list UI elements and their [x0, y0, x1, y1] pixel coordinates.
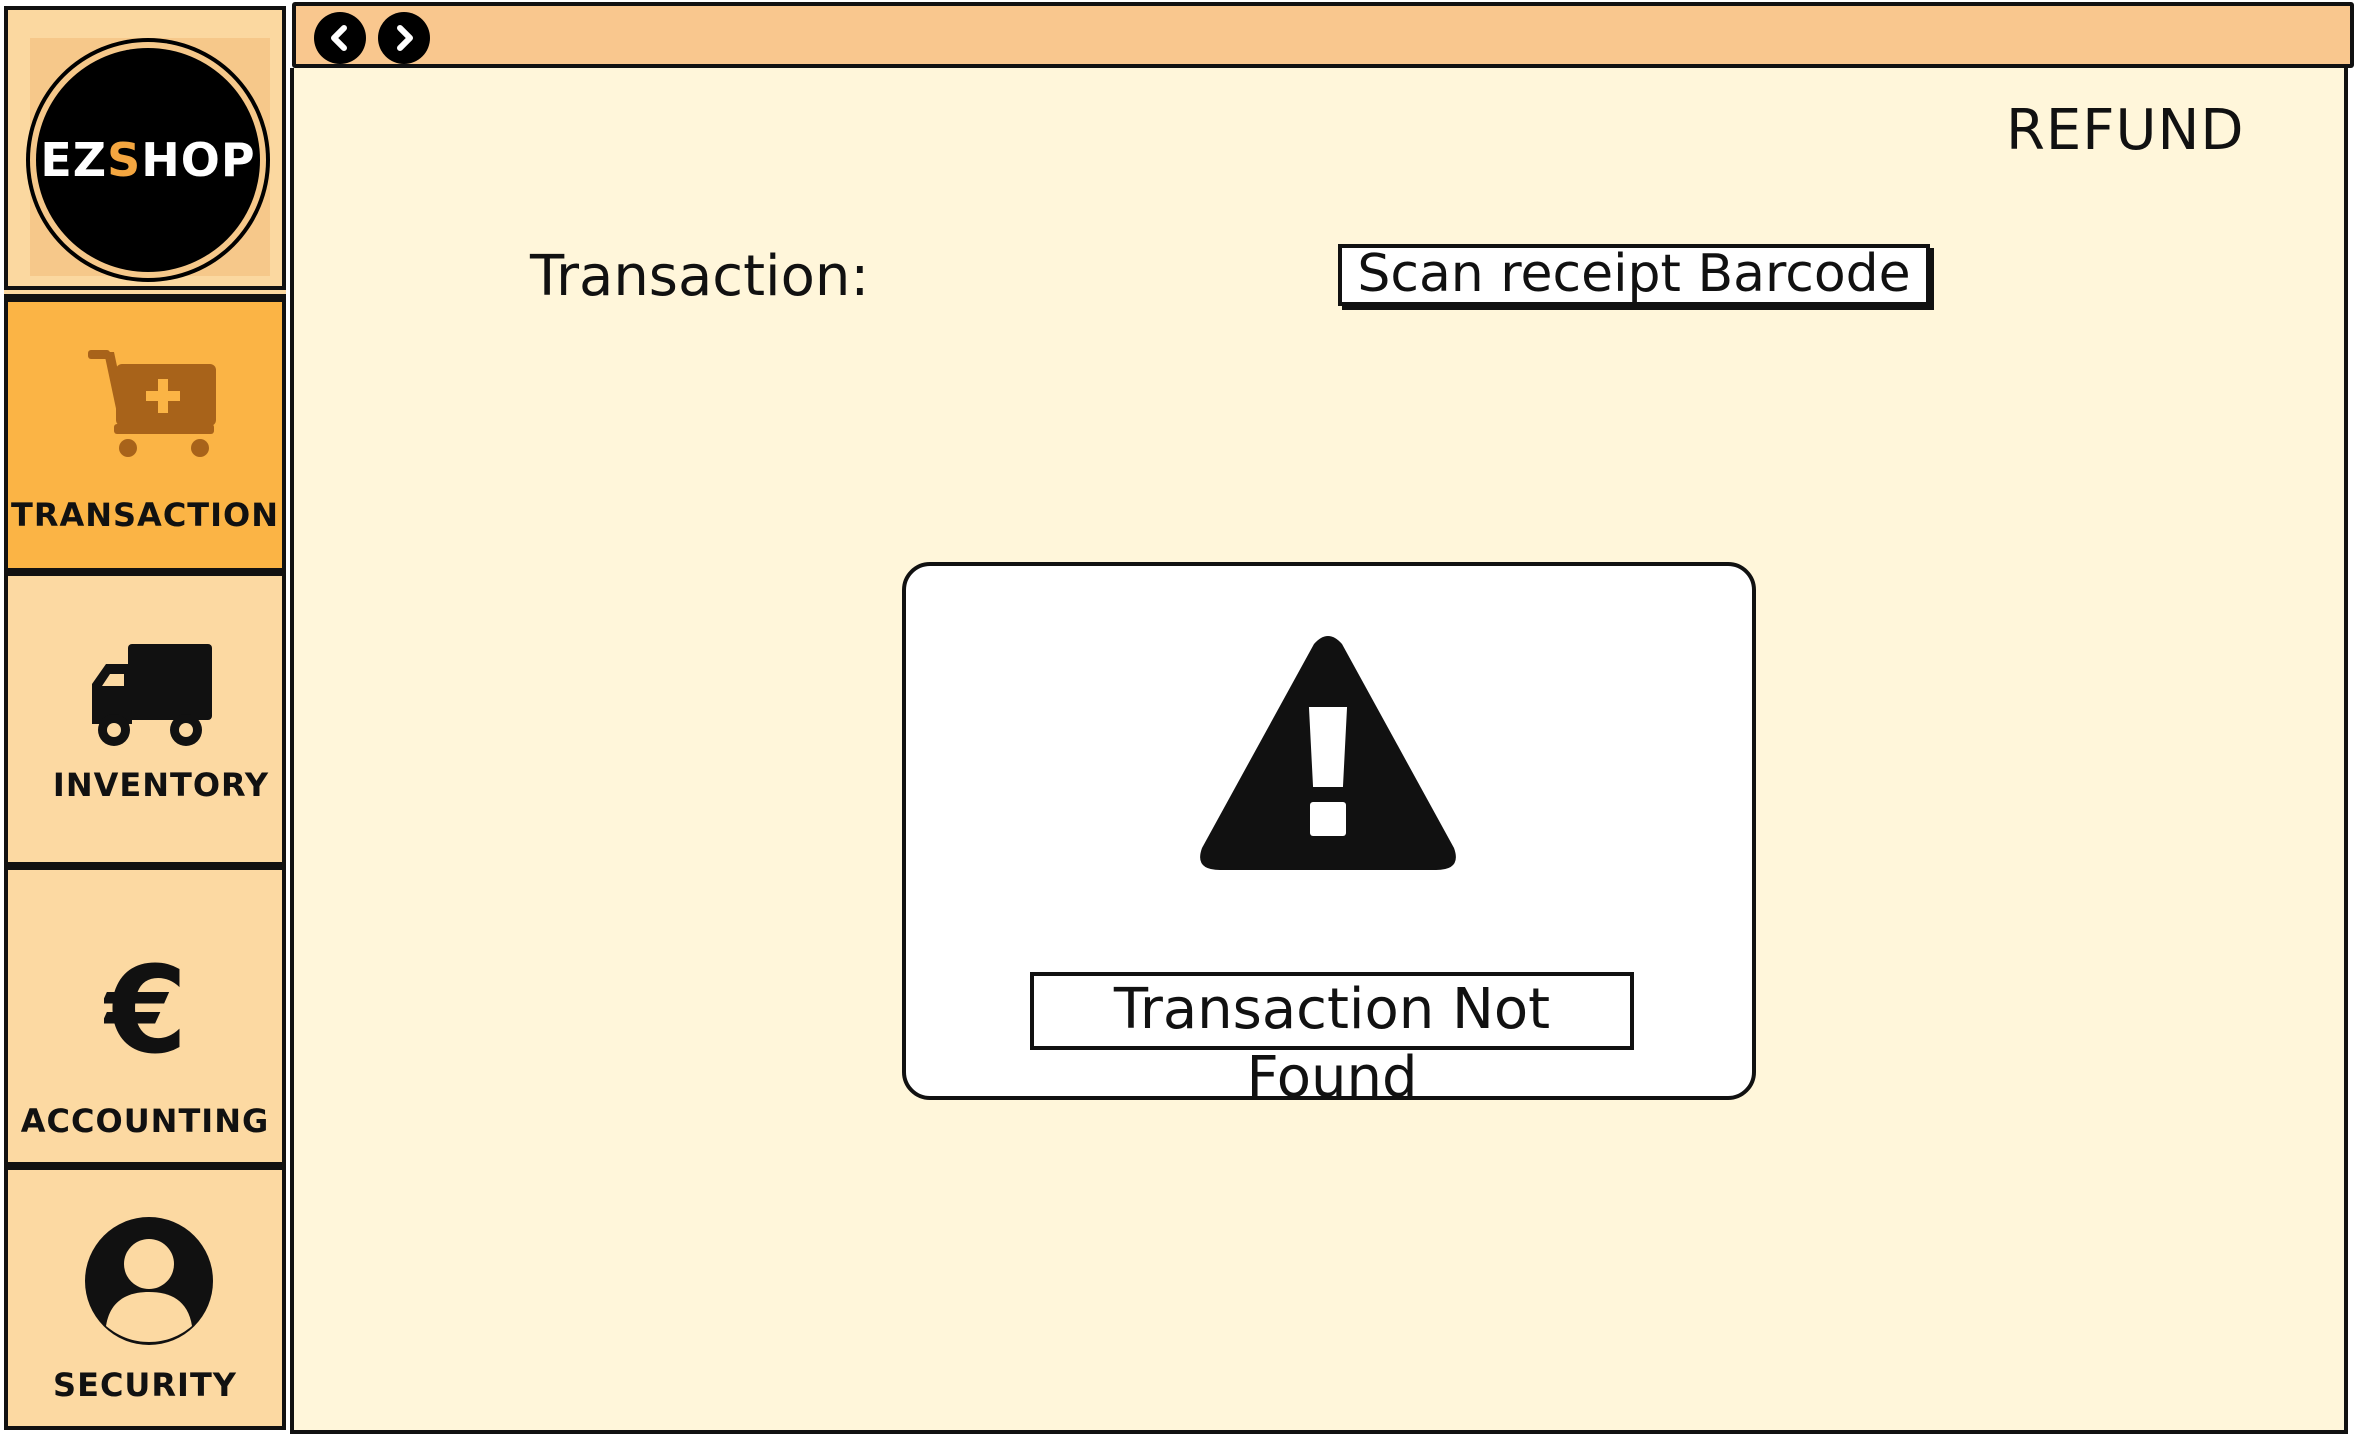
sidebar-item-accounting[interactable]: € ACCOUNTING: [4, 866, 286, 1166]
truck-icon: [92, 644, 212, 746]
sidebar: EZSHOP TRANSACTION INVENTORY € ACCOUNTIN…: [4, 6, 290, 1430]
window-titlebar: [292, 2, 2354, 68]
sidebar-item-label: TRANSACTION: [10, 496, 280, 534]
main-content: REFUND Transaction: Scan receipt Barcode…: [290, 68, 2348, 1434]
forward-button[interactable]: [378, 12, 430, 64]
divider: [4, 286, 286, 298]
transaction-label: Transaction:: [530, 244, 870, 309]
chevron-left-icon: [331, 25, 347, 51]
sidebar-item-transaction[interactable]: TRANSACTION: [4, 298, 286, 572]
page-title: REFUND: [2006, 98, 2245, 163]
app-logo: EZSHOP: [36, 48, 260, 272]
user-icon: [85, 1217, 213, 1345]
dialog-message: Transaction Not Found: [1030, 972, 1634, 1110]
logo-text: EZSHOP: [40, 133, 256, 187]
warning-icon: [1200, 636, 1456, 870]
euro-icon: €: [104, 956, 188, 1064]
scan-receipt-barcode-button[interactable]: Scan receipt Barcode: [1338, 244, 1930, 306]
cart-plus-icon: [88, 350, 216, 457]
back-button[interactable]: [314, 12, 366, 64]
error-dialog: Transaction Not Found: [902, 562, 1756, 1110]
sidebar-item-label: SECURITY: [53, 1366, 237, 1404]
sidebar-item-label: INVENTORY: [52, 766, 270, 804]
svg-text:€: €: [104, 956, 188, 1064]
chevron-right-icon: [397, 25, 413, 51]
sidebar-item-security[interactable]: SECURITY: [4, 1166, 286, 1430]
logo-panel: EZSHOP: [4, 6, 286, 286]
sidebar-item-inventory[interactable]: INVENTORY: [4, 572, 286, 866]
sidebar-item-label: ACCOUNTING: [20, 1102, 270, 1140]
